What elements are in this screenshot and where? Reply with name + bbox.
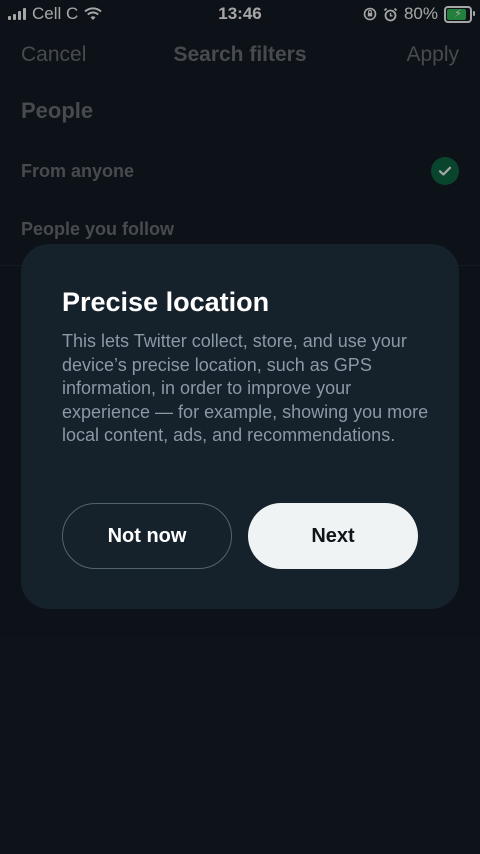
precise-location-dialog: Precise location This lets Twitter colle… bbox=[21, 244, 459, 609]
dialog-title: Precise location bbox=[62, 287, 270, 317]
next-button[interactable]: Next bbox=[248, 503, 418, 569]
not-now-button[interactable]: Not now bbox=[62, 503, 232, 569]
dialog-body: This lets Twitter collect, store, and us… bbox=[62, 331, 429, 445]
